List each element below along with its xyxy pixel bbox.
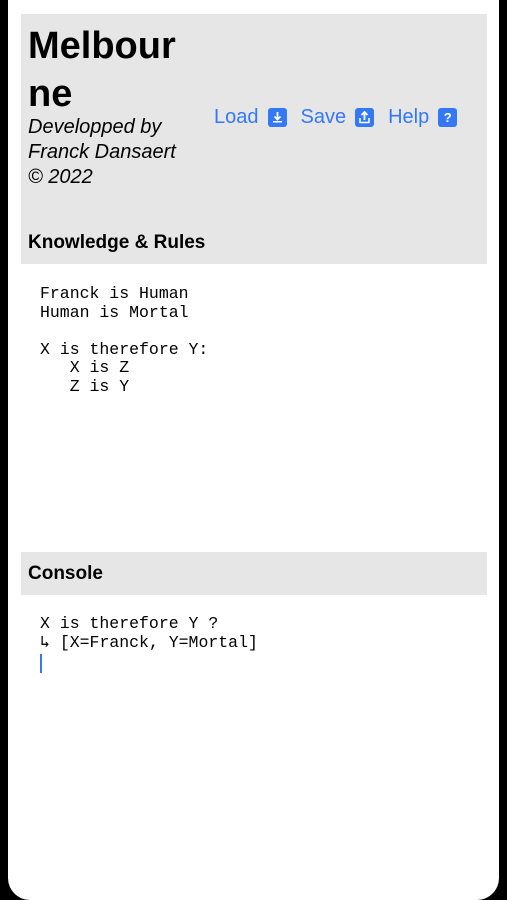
knowledge-editor[interactable]: Franck is Human Human is Mortal X is the… — [40, 284, 480, 535]
app-subtitle: Developped by Franck Dansaert © 2022 — [28, 116, 176, 188]
question-icon: ? — [438, 108, 458, 127]
save-label: Save — [300, 106, 347, 128]
text-cursor — [40, 654, 42, 673]
console-line: X is therefore Y ? — [40, 614, 219, 633]
help-button[interactable]: Help ? — [388, 106, 458, 129]
knowledge-header: Knowledge & Rules — [28, 232, 206, 253]
console-line: ↳ [X=Franck, Y=Mortal] — [40, 632, 258, 652]
load-label: Load — [214, 106, 259, 128]
app-title: Melbourne — [28, 25, 176, 115]
load-button[interactable]: Load — [214, 106, 287, 129]
console-area[interactable]: X is therefore Y ? ↳ [X=Franck, Y=Mortal… — [40, 614, 480, 875]
console-header-bar: Console — [21, 552, 487, 595]
console-header: Console — [28, 563, 103, 584]
toolbar: Load Save Help ? — [214, 106, 471, 129]
download-icon — [267, 108, 287, 127]
save-button[interactable]: Save — [301, 106, 375, 129]
app-screen: Melbourne Developped by Franck Dansaert … — [8, 0, 499, 900]
header-panel: Melbourne Developped by Franck Dansaert … — [21, 14, 487, 264]
help-label: Help — [388, 106, 430, 128]
share-icon — [355, 108, 375, 127]
